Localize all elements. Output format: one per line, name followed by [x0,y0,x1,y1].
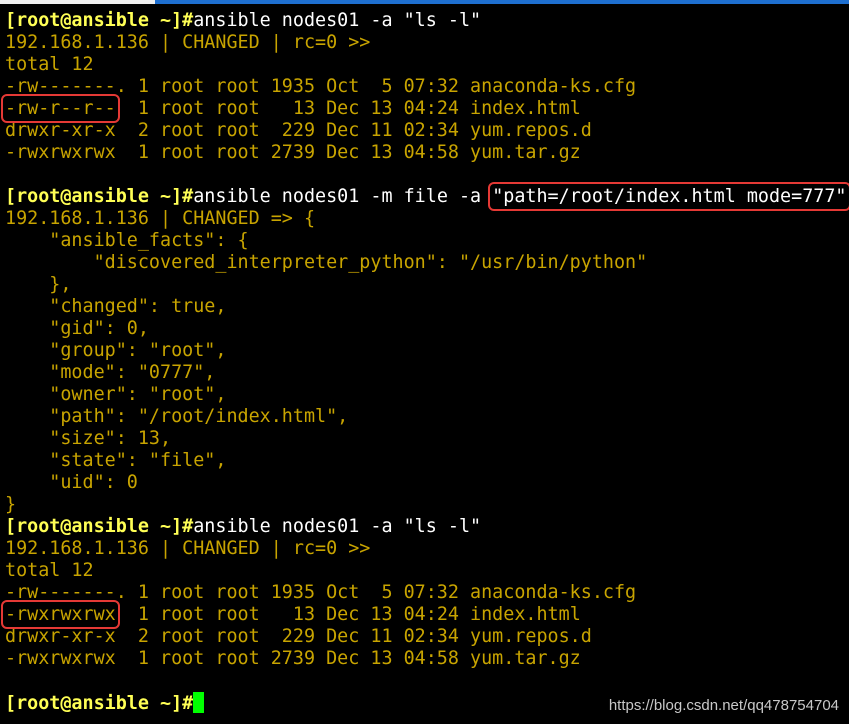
output-text: 192.168.1.136 | CHANGED | rc=0 >> [5,32,371,53]
terminal-line: drwxr-xr-x 2 root root 229 Dec 11 02:34 … [5,120,847,142]
output-text: "changed": true, [5,296,227,317]
output-text: "owner": "root", [5,384,227,405]
output-text: "discovered_interpreter_python": "/usr/b… [5,252,648,273]
terminal-line: "size": 13, [5,428,847,450]
highlighted-command-text: "path=/root/index.html mode=777" [488,182,849,211]
terminal-line: [root@ansible ~]#ansible nodes01 -a "ls … [5,10,847,32]
highlighted-output-text: -rwxrwxrwx [1,600,120,629]
output-text: 1 root root 13 Dec 13 04:24 index.html [115,98,581,119]
shell-prompt: [root@ansible ~]# [5,186,194,207]
terminal-line: total 12 [5,560,847,582]
output-text: total 12 [5,54,94,75]
output-text: -rwxrwxrwx 1 root root 2739 Dec 13 04:58… [5,142,581,163]
terminal-line: -rwxrwxrwx 1 root root 13 Dec 13 04:24 i… [1,600,847,629]
terminal-line: [root@ansible ~]#ansible nodes01 -a "ls … [5,516,847,538]
terminal-line: "uid": 0 [5,472,847,494]
output-text: 1 root root 13 Dec 13 04:24 index.html [115,604,581,625]
output-text: "size": 13, [5,428,172,449]
output-text: "path": "/root/index.html", [5,406,349,427]
output-text: -rw-------. 1 root root 1935 Oct 5 07:32… [5,582,637,603]
output-text: total 12 [5,560,94,581]
terminal-cursor [193,692,205,713]
terminal-line: "mode": "0777", [5,362,847,384]
terminal-line: "owner": "root", [5,384,847,406]
terminal-line: -rw-------. 1 root root 1935 Oct 5 07:32… [5,76,847,98]
terminal-line: "discovered_interpreter_python": "/usr/b… [5,252,847,274]
terminal-line: } [5,494,847,516]
terminal-line: 192.168.1.136 | CHANGED | rc=0 >> [5,538,847,560]
output-text: "ansible_facts": { [5,230,249,251]
terminal-line: "state": "file", [5,450,847,472]
terminal-line: "group": "root", [5,340,847,362]
terminal-line: "gid": 0, [5,318,847,340]
output-text: drwxr-xr-x 2 root root 229 Dec 11 02:34 … [5,120,592,141]
terminal-line: [root@ansible ~]#ansible nodes01 -m file… [5,182,849,211]
terminal-line: "changed": true, [5,296,847,318]
output-text: "state": "file", [5,450,227,471]
output-text: -rw-------. 1 root root 1935 Oct 5 07:32… [5,76,637,97]
command-text: ansible nodes01 -a "ls -l" [193,10,482,31]
terminal-line: }, [5,274,847,296]
watermark: https://blog.csdn.net/qq478754704 [608,697,839,714]
output-text: 192.168.1.136 | CHANGED | rc=0 >> [5,538,371,559]
terminal-line: 192.168.1.136 | CHANGED => { [5,208,847,230]
terminal-line: 192.168.1.136 | CHANGED | rc=0 >> [5,32,847,54]
terminal-line: "ansible_facts": { [5,230,847,252]
shell-prompt: [root@ansible ~]# [5,10,194,31]
output-text: "group": "root", [5,340,227,361]
output-text: } [5,494,17,515]
terminal-output[interactable]: [root@ansible ~]#ansible nodes01 -a "ls … [1,10,849,714]
terminal-line: "path": "/root/index.html", [5,406,847,428]
terminal-line: -rwxrwxrwx 1 root root 2739 Dec 13 04:58… [5,648,847,670]
output-text: 192.168.1.136 | CHANGED => { [5,208,316,229]
output-text: drwxr-xr-x 2 root root 229 Dec 11 02:34 … [5,626,592,647]
terminal-line: drwxr-xr-x 2 root root 229 Dec 11 02:34 … [5,626,847,648]
command-text: ansible nodes01 -m file -a [193,186,493,207]
terminal-line: -rwxrwxrwx 1 root root 2739 Dec 13 04:58… [5,142,847,164]
terminal-line: -rw-r--r-- 1 root root 13 Dec 13 04:24 i… [1,94,847,123]
shell-prompt: [root@ansible ~]# [5,516,194,537]
output-text: "gid": 0, [5,318,149,339]
command-text: ansible nodes01 -a "ls -l" [193,516,482,537]
output-text: }, [5,274,72,295]
shell-prompt: [root@ansible ~]# [5,693,194,714]
highlighted-output-text: -rw-r--r-- [1,94,120,123]
output-text: "mode": "0777", [5,362,216,383]
window-top-edge-left [0,0,155,4]
terminal-line: -rw-------. 1 root root 1935 Oct 5 07:32… [5,582,847,604]
window-top-edge [0,0,849,4]
terminal-line: total 12 [5,54,847,76]
output-text: "uid": 0 [5,472,138,493]
output-text: -rwxrwxrwx 1 root root 2739 Dec 13 04:58… [5,648,581,669]
